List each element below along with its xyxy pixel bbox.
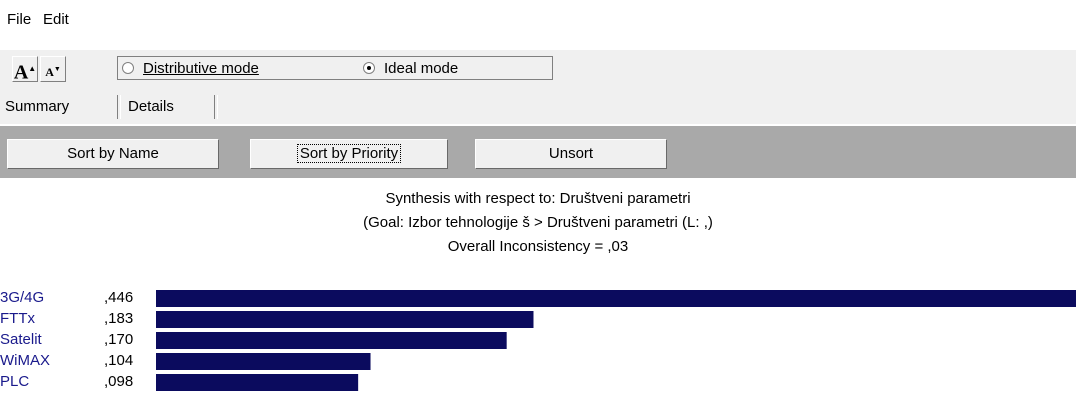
bar-satelit: [156, 332, 507, 349]
bar-fttx: [156, 311, 534, 328]
bar-wimax: [156, 353, 371, 370]
bar-chart: [156, 290, 1076, 391]
bar-3g-4g: [156, 290, 1076, 307]
bar-plc: [156, 374, 359, 391]
